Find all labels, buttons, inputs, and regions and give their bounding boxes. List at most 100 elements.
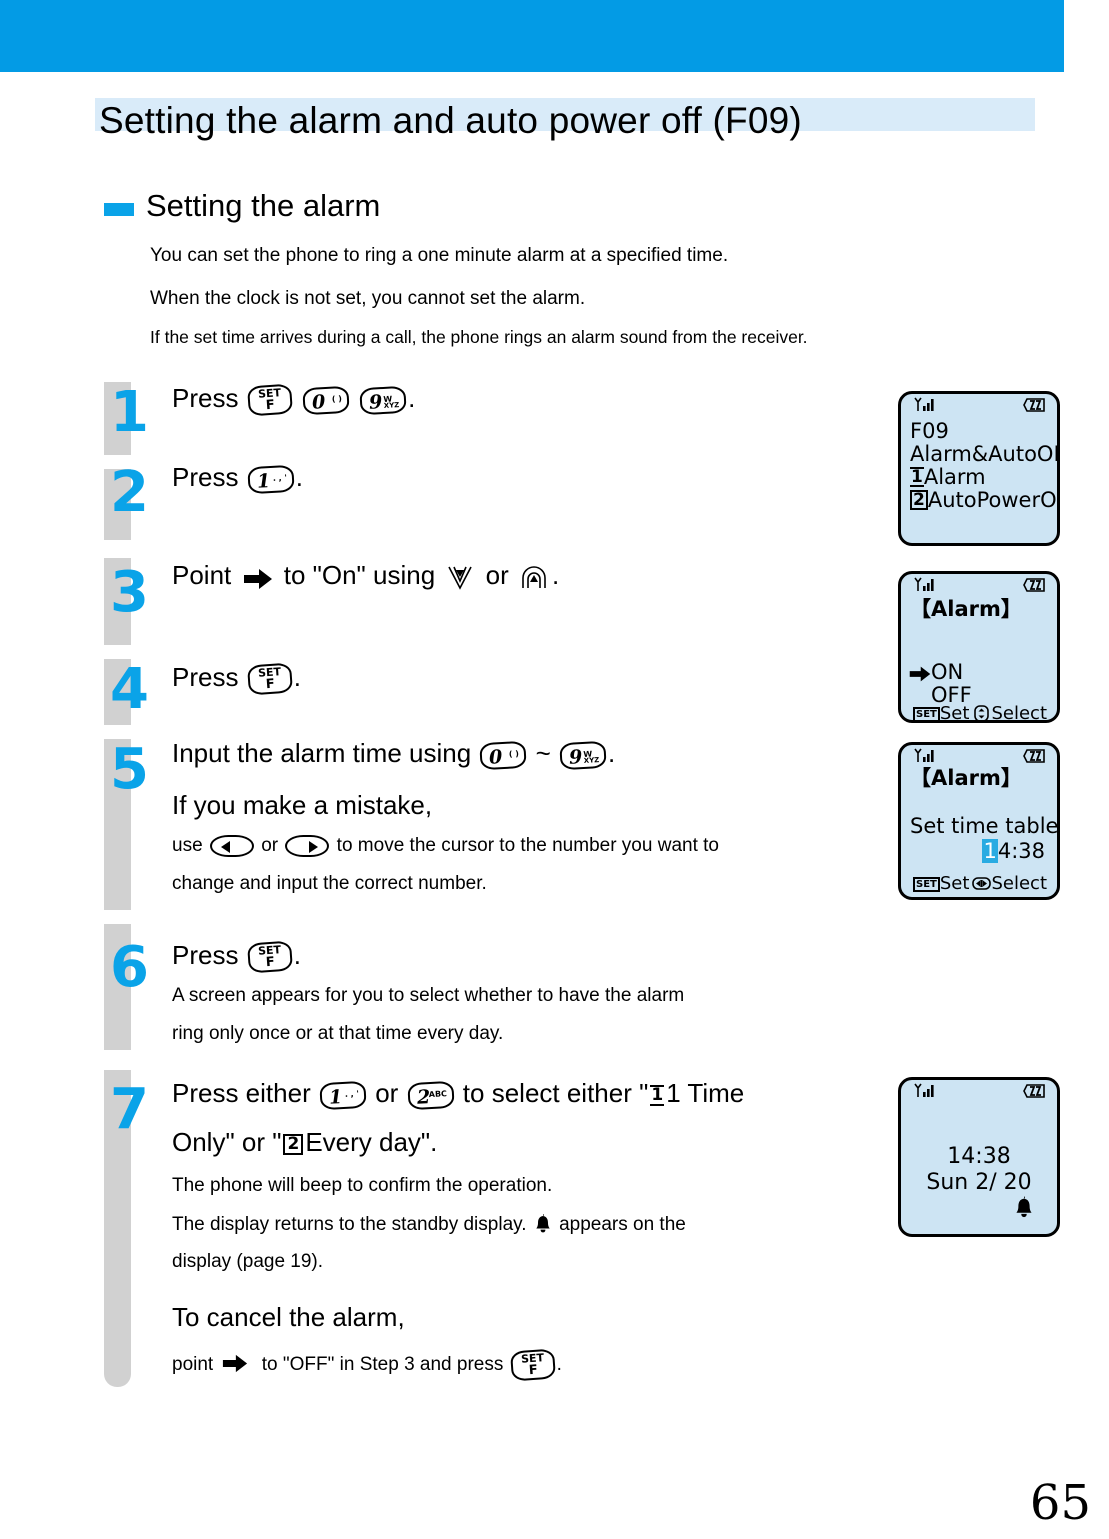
menu-digit-2: 2	[283, 1133, 304, 1155]
step-7-text-line-2: Only" or " 2 Every day".	[172, 1127, 437, 1158]
key-0-sub: ( )	[508, 748, 520, 759]
key-9-digit: 9	[568, 745, 583, 769]
right-soft-key-icon	[285, 835, 330, 857]
lcd-title-alarm: 【Alarm】	[910, 597, 1022, 621]
rail-gap	[104, 540, 131, 558]
step-5-note-2c: to move the cursor to the number you wan…	[336, 835, 719, 857]
key-2-sub: ABC	[428, 1088, 447, 1099]
lcd-softkey-select-label: Select	[991, 873, 1047, 894]
step-rail	[104, 382, 131, 1387]
step-4-trail: .	[293, 662, 301, 692]
step-5-tilde: ~	[535, 738, 551, 768]
page-number: 65	[1029, 1475, 1091, 1531]
step-7-note-line-1: The phone will beep to confirm the opera…	[172, 1175, 553, 1196]
key-0-icon: 0 ( )	[479, 740, 528, 770]
step-6-text: Press SET F .	[172, 940, 301, 974]
lcd-time-cursor-digit: 1	[982, 839, 998, 863]
key-1-icon: 1 . , '	[319, 1080, 367, 1110]
lcd-line-f09: F09	[910, 419, 949, 443]
key-2-icon: 2 ABC	[406, 1080, 455, 1110]
lcd-title-alarm: 【Alarm】	[910, 766, 1022, 790]
lcd-set-time-label: Set time table	[910, 814, 1059, 838]
key-0-digit: 0	[488, 745, 504, 769]
step-7-note-line-3: display (page 19).	[172, 1251, 324, 1272]
step-2-text: Press 1 . , ' .	[172, 462, 303, 494]
signal-icon	[912, 748, 938, 768]
key-9-sub: W XYZ	[583, 749, 599, 764]
lcd-softkey-set: SET Set	[913, 873, 969, 894]
step-6-lead: Press	[172, 940, 239, 970]
step-number-2: 2	[110, 460, 149, 525]
lcd-menu-tag-2: 2	[910, 490, 928, 510]
battery-icon	[1023, 748, 1047, 768]
lcd-option-on: ON	[931, 660, 964, 684]
lcd-screen-alarm-time: 【Alarm】 Set time table 14:38 SET Set Sele…	[898, 742, 1060, 900]
page-title: Setting the alarm and auto power off (F0…	[99, 100, 802, 141]
step-7-mid-sel: to select either "	[462, 1078, 649, 1108]
key-9-digit: 9	[368, 390, 384, 414]
lcd-menu-label-1: Alarm	[923, 465, 986, 489]
cursor-arrow-icon	[909, 665, 931, 687]
top-banner	[0, 0, 1064, 72]
step-7-tail-1: 1 Time	[666, 1078, 745, 1108]
lcd-time-value: 14:38	[982, 839, 1045, 863]
step-5-trail: .	[608, 738, 616, 768]
step-1-trail: .	[408, 383, 416, 413]
step-3-mid2: or	[485, 560, 509, 590]
lcd-screen-standby: 14:38 Sun 2/ 20	[898, 1077, 1060, 1237]
cancel-alarm-line: point to "OFF" in Step 3 and press SET F…	[172, 1348, 562, 1382]
lcd-screen-alarm-onoff: 【Alarm】 ON OFF SET Set Select	[898, 571, 1060, 723]
step-5-note-2a: use	[172, 835, 203, 857]
step-number-3: 3	[110, 560, 149, 625]
step-number-6: 6	[110, 935, 149, 1000]
lcd-softkey-set-label: Set	[939, 703, 970, 723]
step-3-lead: Point	[172, 560, 232, 590]
step-5-note-line-1: If you make a mistake,	[172, 790, 433, 820]
step-number-7: 7	[110, 1077, 149, 1142]
lcd-softkey-select: Select	[972, 703, 1047, 720]
battery-icon	[1023, 1083, 1047, 1103]
cancel-alarm-heading: To cancel the alarm,	[172, 1302, 405, 1332]
key-9-sub: W XYZ	[383, 394, 400, 410]
step-number-4: 4	[110, 657, 149, 722]
step-1-text: Press SET F 0 ( ) 9 W XYZ .	[172, 383, 416, 417]
set-f-key-bottom: F	[265, 954, 276, 971]
set-tag-icon: SET	[913, 707, 940, 720]
intro-line-2: When the clock is not set, you cannot se…	[150, 288, 586, 309]
step-6-trail: .	[293, 940, 301, 970]
battery-icon	[1023, 397, 1047, 417]
cursor-arrow-icon	[243, 566, 273, 590]
bell-icon	[535, 1213, 551, 1233]
step-5-note-2b: or	[261, 835, 279, 857]
key-1-sub: . , '	[272, 472, 287, 483]
nav-up-icon	[519, 564, 549, 590]
lcd-menu-tag-1: 1	[910, 467, 924, 487]
updown-knob-icon	[972, 705, 991, 720]
key-9-sub-bottom: XYZ	[383, 400, 400, 410]
step-7-line2a: Only" or "	[172, 1127, 282, 1157]
step-4-text: Press SET F .	[172, 662, 301, 696]
menu-digit-1: 1	[650, 1084, 665, 1106]
rail-gap	[104, 910, 131, 924]
nav-down-icon	[445, 564, 475, 590]
set-f-key-bottom: F	[265, 397, 276, 414]
step-4-lead: Press	[172, 662, 239, 692]
cancel-2c: .	[556, 1354, 562, 1376]
section-bullet-icon	[104, 203, 134, 216]
set-f-key-bottom: F	[528, 1362, 538, 1379]
lcd-line-alarm-autooff: Alarm&AutoOFF	[910, 442, 1057, 466]
key-1-icon: 1 . , '	[247, 464, 295, 494]
step-7-note-2a: The display returns to the standby displ…	[172, 1214, 527, 1235]
key-0-digit: 0	[311, 390, 326, 414]
lcd-time-rest: 4:38	[997, 839, 1045, 863]
signal-icon	[912, 577, 938, 597]
cancel-2b: to "OFF" in Step 3 and press	[261, 1354, 504, 1376]
set-tag-icon: SET	[913, 877, 940, 892]
key-0-icon: 0 ( )	[302, 385, 350, 415]
rail-gap	[104, 1050, 131, 1070]
step-number-1: 1	[110, 380, 149, 445]
lcd-menu-label-2: AutoPowerOFF	[927, 488, 1057, 512]
key-0-sub: ( )	[331, 393, 343, 404]
right-triangle-icon	[309, 841, 319, 853]
lcd-menu-item-1: 1Alarm	[910, 466, 986, 488]
